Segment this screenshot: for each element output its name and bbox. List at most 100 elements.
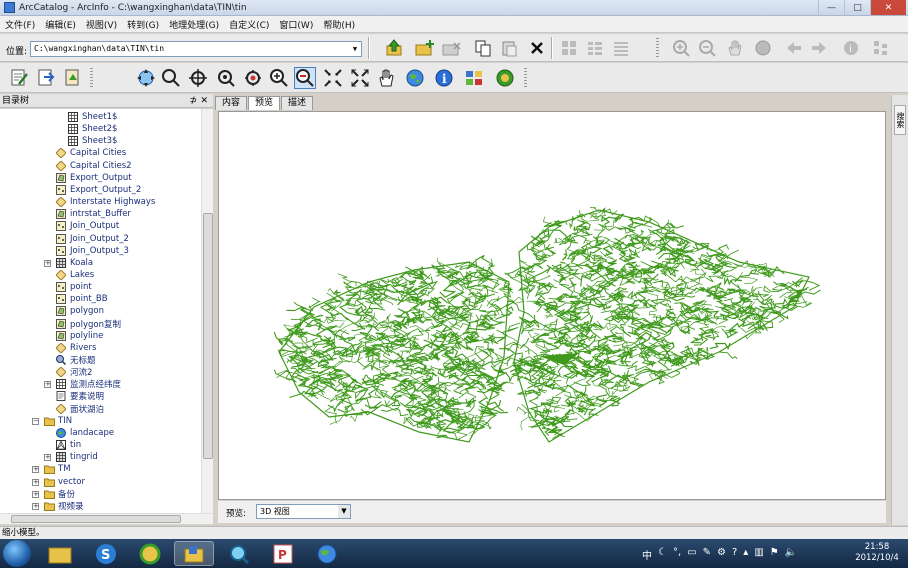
help-icon[interactable]: ? xyxy=(732,547,737,562)
tree-item[interactable]: polygon复制 xyxy=(56,318,121,330)
forward-button[interactable] xyxy=(808,37,830,59)
paste-button[interactable] xyxy=(498,37,520,59)
tree-horizontal-scrollbar[interactable] xyxy=(0,513,213,524)
tree-item[interactable]: Join_Output xyxy=(56,220,119,232)
taskbar-sogou[interactable]: S xyxy=(86,541,126,566)
menu-window[interactable]: 窗口(W) xyxy=(274,18,318,31)
close-button[interactable]: ✕ xyxy=(870,0,906,15)
tree-item[interactable]: 视频录 xyxy=(44,500,84,512)
tree-expander-icon[interactable]: + xyxy=(32,502,39,510)
punctuation-icon[interactable]: °, xyxy=(673,547,681,562)
create-thumbnail-button[interactable] xyxy=(463,67,485,89)
tree-expander-icon[interactable]: + xyxy=(32,466,39,474)
keyboard-icon[interactable]: ▭ xyxy=(687,547,696,562)
tree-expander-icon[interactable]: + xyxy=(32,478,39,486)
pin-icon[interactable]: ⊅ xyxy=(189,94,197,108)
moon-icon[interactable]: ☾ xyxy=(658,547,667,562)
tree-expander-icon[interactable]: + xyxy=(44,381,51,389)
tree-item[interactable]: Interstate Highways xyxy=(55,196,155,208)
settings-wrench-icon[interactable]: ✎ xyxy=(703,547,711,562)
export-metadata-button[interactable] xyxy=(62,67,84,89)
full-extent-3d-button[interactable] xyxy=(349,67,371,89)
tree-item[interactable]: polyline xyxy=(56,330,103,342)
taskbar-clock[interactable]: 21:58 2012/10/4 xyxy=(852,542,902,564)
tree-item[interactable]: Lakes xyxy=(55,269,94,281)
menu-help[interactable]: 帮助(H) xyxy=(318,18,360,31)
zoom-to-target-button[interactable] xyxy=(215,67,237,89)
taskbar-search[interactable] xyxy=(219,541,259,566)
import-metadata-button[interactable] xyxy=(35,67,57,89)
menu-file[interactable]: 文件(F) xyxy=(0,18,40,31)
tree-item[interactable]: Sheet2$ xyxy=(68,123,117,135)
location-dropdown-icon[interactable]: ▼ xyxy=(349,42,361,56)
connect-folder-button[interactable] xyxy=(414,37,436,59)
taskbar-explorer[interactable] xyxy=(40,541,80,566)
network-icon[interactable]: ▥ xyxy=(754,547,763,562)
taskbar-browser[interactable] xyxy=(130,541,170,566)
identify-global-button[interactable]: i xyxy=(840,37,862,59)
menu-edit[interactable]: 编辑(E) xyxy=(40,18,81,31)
zoom-out-model-button[interactable] xyxy=(294,67,316,89)
full-extent-button[interactable] xyxy=(752,37,774,59)
toolbar-grip[interactable] xyxy=(90,68,93,88)
search-tab[interactable]: 搜索 xyxy=(894,105,906,135)
tree-item[interactable]: Capital Cities2 xyxy=(55,159,132,172)
tree-expander-icon[interactable]: + xyxy=(44,259,51,267)
back-button[interactable] xyxy=(783,37,805,59)
minimize-button[interactable]: — xyxy=(818,0,844,15)
tree-item[interactable]: 要素说明 xyxy=(56,390,104,402)
zoom-in-global-button[interactable] xyxy=(670,37,692,59)
taskbar-powerpoint[interactable]: P xyxy=(263,541,303,566)
expand-tray-icon[interactable]: ▴ xyxy=(743,547,748,562)
tree-item[interactable]: point xyxy=(56,281,92,293)
gear-icon[interactable]: ⚙ xyxy=(717,547,726,562)
start-button[interactable] xyxy=(3,540,31,567)
tree-item[interactable]: Export_Output xyxy=(56,172,132,184)
volume-icon[interactable]: 🔈 xyxy=(785,547,797,562)
full-globe-button[interactable] xyxy=(404,67,426,89)
tree-item[interactable]: Rivers xyxy=(55,342,96,354)
location-input[interactable]: C:\wangxinghan\data\TIN\tin ▼ xyxy=(30,41,362,57)
tree-expander-icon[interactable]: + xyxy=(44,454,51,462)
tree-item[interactable]: Join_Output_2 xyxy=(56,233,129,245)
details-button[interactable] xyxy=(610,37,632,59)
toolbar-grip[interactable] xyxy=(656,38,659,58)
ime-indicator[interactable]: 中 xyxy=(642,547,652,562)
taskbar-arccatalog[interactable] xyxy=(174,541,214,566)
tree-item[interactable]: vector xyxy=(44,476,85,488)
scroll-thumb[interactable] xyxy=(203,213,213,459)
scroll-thumb[interactable] xyxy=(11,515,181,523)
tree-item[interactable]: Export_Output_2 xyxy=(56,184,141,196)
zoom-in-out-button[interactable] xyxy=(268,67,290,89)
preview-type-select[interactable]: 3D 视图 ▼ xyxy=(256,504,351,519)
menu-go[interactable]: 转到(G) xyxy=(122,18,164,31)
narrow-fov-button[interactable] xyxy=(322,67,344,89)
pan-3d-button[interactable] xyxy=(376,67,398,89)
launch-arcscene-button[interactable] xyxy=(494,67,516,89)
close-panel-icon[interactable]: ✕ xyxy=(200,94,208,108)
delete-button[interactable] xyxy=(526,37,548,59)
tree-item[interactable]: Sheet1$ xyxy=(68,111,117,123)
tree-item[interactable]: 河流2 xyxy=(55,366,92,378)
catalog-window-button[interactable] xyxy=(870,37,892,59)
navigate-button[interactable] xyxy=(135,67,157,89)
tab-preview[interactable]: 预览 xyxy=(248,96,281,110)
tree-item[interactable]: intrstat_Buffer xyxy=(56,208,131,220)
tree-item[interactable]: Koala xyxy=(56,257,93,269)
tree-item[interactable]: TM xyxy=(44,463,71,475)
large-icons-button[interactable] xyxy=(558,37,580,59)
tree-item[interactable]: point_BB xyxy=(56,293,108,305)
fly-button[interactable] xyxy=(160,67,182,89)
edit-metadata-button[interactable] xyxy=(8,67,30,89)
tree-item[interactable]: polygon xyxy=(56,305,104,317)
tree-item[interactable]: 监测点经纬度 xyxy=(56,378,121,390)
copy-button[interactable] xyxy=(472,37,494,59)
tree-item[interactable]: Capital Cities xyxy=(55,147,126,160)
pan-global-button[interactable] xyxy=(724,37,746,59)
preview-pane[interactable] xyxy=(218,111,886,500)
tree-item[interactable]: tingrid xyxy=(56,451,98,463)
tree-item[interactable]: Sheet3$ xyxy=(68,135,117,147)
tree-item[interactable]: landacape xyxy=(56,427,114,439)
tree-item[interactable]: TIN xyxy=(44,415,72,427)
zoom-out-global-button[interactable] xyxy=(696,37,718,59)
